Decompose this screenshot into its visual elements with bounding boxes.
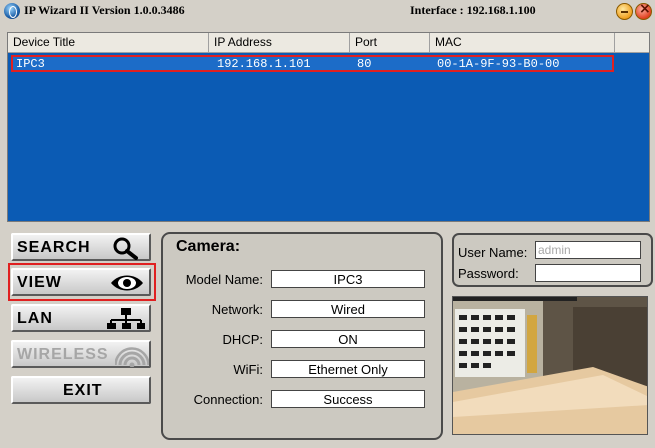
column-header-port[interactable]: Port	[350, 33, 430, 52]
model-name-value: IPC3	[271, 270, 425, 288]
view-button-label: VIEW	[17, 274, 62, 291]
connection-value: Success	[271, 390, 425, 408]
lan-button[interactable]: LAN	[11, 304, 151, 332]
column-header-mac[interactable]: MAC	[430, 33, 615, 52]
wireless-button-label: WIRELESS	[17, 346, 109, 363]
column-header-ip-address[interactable]: IP Address	[209, 33, 350, 52]
wifi-value: Ethernet Only	[271, 360, 425, 378]
column-header-filler	[615, 33, 649, 52]
device-row[interactable]: IPC3 192.168.1.101 80 00-1A-9F-93-B0-00	[11, 55, 614, 72]
wireless-button[interactable]: WIRELESS	[11, 340, 151, 368]
camera-frame-image	[453, 297, 647, 434]
column-header-device-title[interactable]: Device Title	[8, 33, 209, 52]
user-name-input[interactable]	[535, 241, 641, 259]
search-button-label: SEARCH	[17, 239, 91, 256]
user-name-label: User Name:	[458, 245, 528, 260]
eye-icon	[111, 275, 143, 291]
wifi-label: WiFi:	[233, 362, 263, 377]
wireless-icon	[115, 347, 149, 367]
connection-label: Connection:	[193, 392, 263, 407]
app-globe-icon	[4, 3, 20, 19]
camera-video-preview	[452, 296, 648, 435]
lan-button-label: LAN	[17, 310, 53, 327]
password-label: Password:	[458, 266, 519, 281]
device-list-header: Device Title IP Address Port MAC	[8, 33, 649, 53]
network-label: Network:	[211, 302, 263, 317]
interface-label: Interface : 192.168.1.100	[410, 3, 536, 17]
window-title: IP Wizard II Version 1.0.0.3486	[24, 3, 185, 17]
close-icon[interactable]	[635, 1, 652, 20]
device-title-cell: IPC3	[16, 57, 45, 71]
magnifier-icon	[113, 237, 138, 260]
minimize-icon[interactable]	[616, 3, 633, 20]
device-mac-cell: 00-1A-9F-93-B0-00	[437, 57, 560, 71]
camera-info-panel: Camera: Model Name: IPC3 Network: Wired …	[161, 232, 443, 440]
network-value: Wired	[271, 300, 425, 318]
device-port-cell: 80	[357, 57, 372, 71]
title-bar: IP Wizard II Version 1.0.0.3486 Interfac…	[0, 0, 655, 22]
search-button[interactable]: SEARCH	[11, 233, 151, 261]
device-ip-cell: 192.168.1.101	[217, 57, 311, 71]
network-icon	[107, 308, 145, 329]
password-input[interactable]	[535, 264, 641, 282]
view-button[interactable]: VIEW	[11, 268, 151, 296]
login-panel: User Name: Password:	[452, 233, 653, 287]
camera-panel-title: Camera:	[176, 238, 241, 255]
dhcp-label: DHCP:	[222, 332, 263, 347]
device-list[interactable]: Device Title IP Address Port MAC IPC3 19…	[7, 32, 650, 222]
exit-button-label: EXIT	[63, 382, 103, 399]
model-name-label: Model Name:	[185, 272, 263, 287]
dhcp-value: ON	[271, 330, 425, 348]
exit-button[interactable]: EXIT	[11, 376, 151, 404]
